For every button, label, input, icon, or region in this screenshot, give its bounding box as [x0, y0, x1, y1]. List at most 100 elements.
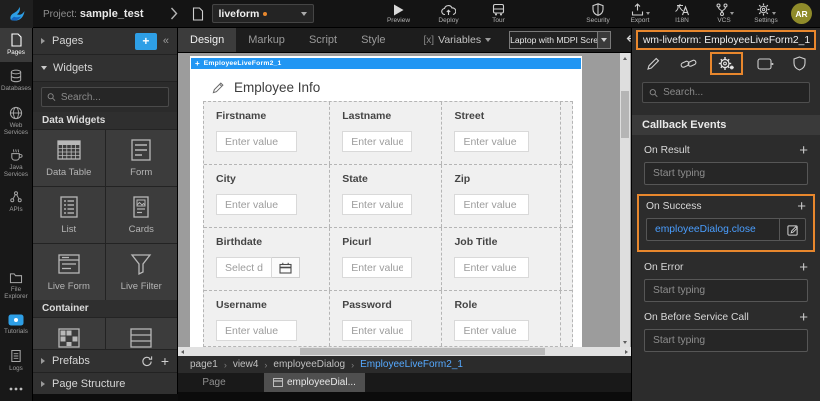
rail-item-web-services[interactable]: Web Services: [0, 100, 32, 142]
device-select[interactable]: Laptop with MDPI Screen: [509, 31, 611, 49]
tab-script[interactable]: Script: [297, 28, 349, 52]
breadcrumb-employeedialog[interactable]: employeeDialog: [273, 359, 345, 370]
field-input[interactable]: [216, 194, 297, 215]
add-prefab-button[interactable]: +: [161, 353, 169, 369]
user-avatar[interactable]: AR: [791, 3, 812, 24]
rail-item-file-explorer[interactable]: File Explorer: [0, 265, 32, 307]
live-form-widget[interactable]: Firstname Lastname Street City: [203, 101, 573, 347]
security-button[interactable]: Security: [581, 3, 615, 24]
device-tab-button[interactable]: [751, 55, 780, 73]
settings-button[interactable]: Settings: [749, 3, 783, 24]
chevron-down-icon: [485, 38, 491, 42]
rail-item-tutorials[interactable]: Tutorials: [0, 307, 32, 343]
event-input[interactable]: Start typing: [644, 279, 808, 302]
field-input[interactable]: [342, 257, 412, 278]
field-input[interactable]: [342, 320, 412, 341]
event-input[interactable]: employeeDialog.close: [646, 218, 806, 241]
form-title: Employee Info: [234, 80, 320, 95]
tab-design[interactable]: Design: [178, 28, 236, 52]
scroll-right-arrow[interactable]: [622, 347, 631, 356]
tab-markup[interactable]: Markup: [236, 28, 297, 52]
widget-tile-panel[interactable]: [106, 318, 178, 349]
widget-search-box[interactable]: [41, 87, 169, 107]
scrollbar-thumb[interactable]: [300, 348, 545, 355]
widget-tile-form[interactable]: Form: [106, 130, 178, 186]
widget-tile-cards[interactable]: Cards: [106, 187, 178, 243]
canvas-horizontal-scrollbar[interactable]: [178, 347, 631, 356]
add-event-button[interactable]: +: [799, 312, 808, 323]
field-input[interactable]: [216, 131, 297, 152]
pencil-icon[interactable]: [212, 81, 225, 94]
date-input[interactable]: [216, 257, 272, 278]
rail-item-java-services[interactable]: Java Services: [0, 142, 32, 184]
calendar-button[interactable]: [272, 257, 300, 278]
widget-tile-live-filter[interactable]: Live Filter: [106, 244, 178, 300]
field-input[interactable]: [454, 257, 529, 278]
prefabs-section-header[interactable]: Prefabs +: [33, 349, 177, 372]
widget-search-input[interactable]: [61, 92, 163, 103]
field-input[interactable]: [454, 194, 529, 215]
container-header: Container: [33, 300, 177, 318]
security-tab-button[interactable]: [787, 53, 812, 74]
property-search-box[interactable]: [642, 82, 810, 103]
cards-icon: [128, 195, 154, 219]
selected-widget-bar[interactable]: + EmployeeLiveForm2_1: [191, 58, 581, 69]
styles-tab-button[interactable]: [674, 54, 703, 74]
pages-section-header[interactable]: Pages + «: [33, 28, 177, 55]
rail-item-apis[interactable]: APIs: [0, 184, 32, 220]
variables-button[interactable]: [x] Variables: [424, 34, 492, 46]
field-input[interactable]: [342, 131, 412, 152]
panel-icon: [128, 326, 154, 349]
page-structure-section-header[interactable]: Page Structure: [33, 372, 177, 394]
event-input[interactable]: Start typing: [644, 329, 808, 352]
widget-tile-live-form[interactable]: Live Form: [33, 244, 105, 300]
field-input[interactable]: [216, 320, 297, 341]
widgets-section-header[interactable]: Widgets: [33, 55, 177, 82]
breadcrumb-view4[interactable]: view4: [233, 359, 259, 370]
event-input[interactable]: Start typing: [644, 162, 808, 185]
field-input[interactable]: [342, 194, 412, 215]
canvas-vertical-scrollbar[interactable]: [620, 53, 630, 347]
events-tab-button[interactable]: [710, 52, 743, 75]
breadcrumb-page1[interactable]: page1: [190, 359, 218, 370]
rail-item-databases[interactable]: Databases: [0, 62, 32, 100]
tab-style[interactable]: Style: [349, 28, 397, 52]
bottom-strip: [178, 392, 631, 401]
rail-item-logs[interactable]: Logs: [0, 343, 32, 379]
add-event-button[interactable]: +: [797, 201, 806, 212]
property-search-input[interactable]: [663, 87, 803, 98]
widget-tile-list[interactable]: List: [33, 187, 105, 243]
vcs-button[interactable]: VCS: [707, 3, 741, 24]
page-file-icon: [192, 7, 204, 21]
page-selector-dropdown[interactable]: liveform: [212, 4, 314, 23]
properties-tab-button[interactable]: [640, 53, 667, 74]
tour-button[interactable]: Tour: [482, 3, 516, 24]
event-label: On Before Service Call: [644, 312, 749, 323]
rail-more-button[interactable]: [0, 379, 32, 401]
scroll-down-arrow[interactable]: [620, 337, 630, 347]
export-button[interactable]: Export: [623, 3, 657, 24]
tab-employee-dialog[interactable]: employeeDial...: [264, 373, 365, 392]
field-input[interactable]: [454, 320, 529, 341]
scroll-left-arrow[interactable]: [178, 347, 187, 356]
i18n-button[interactable]: I18N: [665, 3, 699, 24]
wavemaker-logo[interactable]: [0, 0, 33, 28]
add-event-button[interactable]: +: [799, 262, 808, 273]
add-page-button[interactable]: +: [135, 33, 157, 50]
rail-item-pages[interactable]: Pages: [0, 28, 32, 62]
field-input[interactable]: [454, 131, 529, 152]
widget-tile-grid-layout[interactable]: [33, 318, 105, 349]
tab-page[interactable]: Page: [178, 377, 250, 388]
scroll-up-arrow[interactable]: [620, 53, 630, 63]
refresh-icon[interactable]: [141, 355, 153, 367]
edit-event-button[interactable]: [779, 219, 805, 240]
deploy-button[interactable]: Deploy: [432, 3, 466, 24]
shield-icon: [793, 56, 806, 71]
preview-button[interactable]: Preview: [382, 3, 416, 24]
add-event-button[interactable]: +: [799, 145, 808, 156]
breadcrumb-employeeliveform[interactable]: EmployeeLiveForm2_1: [360, 359, 463, 370]
scrollbar-thumb[interactable]: [621, 91, 629, 138]
collapse-panel-button[interactable]: «: [163, 35, 169, 47]
bus-icon: [492, 3, 505, 16]
widget-tile-data-table[interactable]: Data Table: [33, 130, 105, 186]
